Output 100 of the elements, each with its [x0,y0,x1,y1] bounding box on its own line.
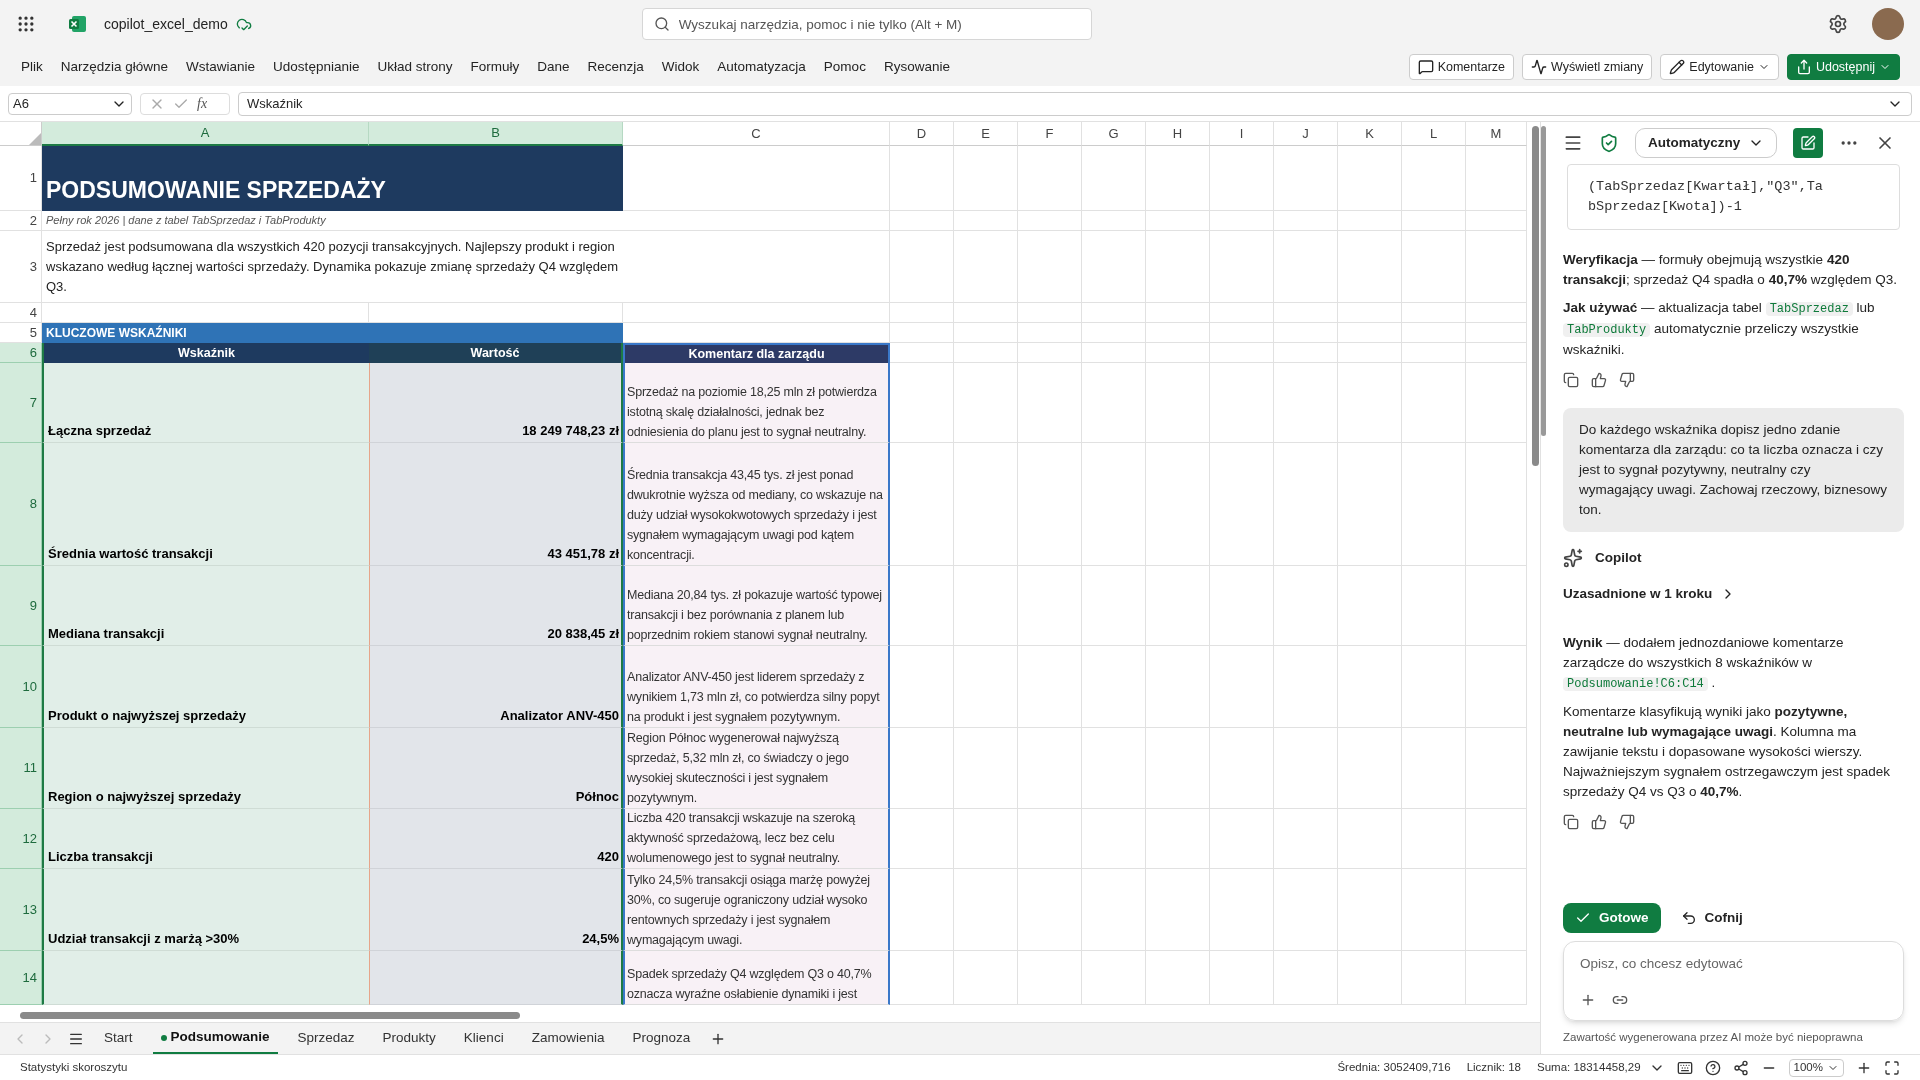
menu-tab[interactable]: Plik [12,56,52,78]
thumbs-up-icon[interactable] [1591,372,1607,388]
ribbon-button[interactable]: Udostępnij [1786,54,1900,80]
keyboard-icon[interactable] [1676,1059,1693,1076]
empty-cell [890,231,954,303]
column-header[interactable]: B [369,122,623,146]
mode-dropdown[interactable]: Automatyczny [1635,128,1778,158]
column-header[interactable]: C [623,122,890,146]
help-icon[interactable] [1704,1059,1721,1076]
column-header[interactable]: D [890,122,954,146]
search-field[interactable]: Wyszukaj narzędzia, pomoc i nie tylko (Alt + M) [641,8,1092,40]
menu-tab[interactable]: Narzędzia główne [51,56,178,78]
name-box[interactable]: A6 [8,92,132,115]
sheet-tab[interactable]: Start [96,1023,141,1054]
header-cell: Wartość [369,343,623,363]
thumbs-down-icon[interactable] [1619,813,1635,830]
menu-tab[interactable]: Formuły [461,56,529,78]
menu-tab[interactable]: Recenzja [578,56,653,78]
column-header[interactable]: G [1082,122,1146,146]
column-header[interactable]: I [1210,122,1274,146]
row-header[interactable]: 11 [0,728,42,809]
column-header[interactable]: J [1274,122,1338,146]
description-cell: Sprzedaż jest podsumowana dla wszystkich 420 pozycji transakcyjnych. Najlepszy produkt i region wskazano według łącznej wartości sprzedaży. Dynamika pokazuje zmianę sprzedaży Q4 względem Q3. [42,231,623,303]
edit-icon [1800,135,1817,151]
zoom-dropdown[interactable]: 100% [1788,1058,1844,1077]
row-header[interactable]: 13 [0,869,42,951]
ribbon-button[interactable]: Wyświetl zmiany [1522,54,1653,80]
row-header[interactable]: 6 [0,343,42,363]
row-header[interactable]: 8 [0,443,42,566]
empty-cell [1274,231,1338,303]
ribbon-button[interactable]: Edytowanie [1660,54,1779,80]
response-text: Wynik — dodałem jednozdaniowe komentarze zarządcze do wszystkich 8 wskaźników w Podsumowanie!C6:C14 . [1563,633,1845,693]
formula-field[interactable]: Wskaźnik [238,91,1912,116]
prompt-input[interactable]: Opisz, co chcesz edytować [1580,953,1887,974]
menu-tab[interactable]: Automatyzacja [708,56,815,78]
empty-cell [1018,231,1082,303]
row-header[interactable]: 9 [0,566,42,646]
row-header[interactable]: 4 [0,303,42,323]
ribbon-button[interactable]: Komentarze [1408,54,1515,80]
scrollbar-thumb[interactable] [1541,126,1546,436]
menu-tab[interactable]: Rysowanie [874,56,959,78]
row-header[interactable]: 14 [0,951,42,1005]
avatar[interactable] [1872,8,1904,40]
empty-cell [1082,809,1146,869]
table-cell: 420 [369,809,623,869]
empty-cell [1338,303,1402,323]
menu-tab[interactable]: Widok [652,56,709,78]
empty-cell [1274,303,1338,323]
row-header[interactable]: 12 [0,809,42,869]
share-icon[interactable] [1732,1059,1749,1076]
app-launcher-icon[interactable] [16,14,36,34]
thumbs-down-icon[interactable] [1619,372,1635,388]
row-header[interactable]: 1 [0,146,42,211]
sheet-tab[interactable]: Prognoza [624,1023,699,1054]
reasoning-link[interactable]: Uzasadnione w 1 kroku [1563,584,1904,605]
row-header[interactable]: 2 [0,211,42,231]
column-header[interactable]: E [954,122,1018,146]
row-header[interactable]: 5 [0,323,42,343]
edit-button[interactable] [1793,128,1824,158]
column-header[interactable]: H [1146,122,1210,146]
fullscreen-icon[interactable] [1884,1059,1900,1076]
empty-cell [954,303,1018,323]
function-label[interactable]: fx [197,93,208,114]
sheet-tab[interactable]: Zamowienia [523,1023,613,1054]
settings-icon[interactable] [1828,14,1848,34]
column-header[interactable]: F [1018,122,1082,146]
empty-cell [1082,211,1146,231]
menu-tab[interactable]: Pomoc [814,56,875,78]
thumbs-up-icon[interactable] [1591,813,1607,830]
sheet-tab[interactable]: Produkty [374,1023,444,1054]
undo-icon [1680,909,1697,926]
row-header[interactable]: 3 [0,231,42,303]
row-header[interactable]: 10 [0,646,42,728]
sheet-tab[interactable]: Sprzedaz [289,1023,363,1054]
empty-cell [1210,231,1274,303]
done-button[interactable]: Gotowe [1563,902,1661,933]
copy-icon[interactable] [1563,372,1579,388]
status-sum: Suma: 18314458,29 [1537,1059,1641,1075]
menu-tab[interactable]: Układ strony [368,56,462,78]
table-cell: Średnia transakcja 43,45 tys. zł jest ponad dwukrotnie wyższa od mediany, co wskazuje na duży udział wysokokwotowych sprzedaży i jest sygnałem wymagającym uwagi pod kątem koncentracji. [623,443,890,566]
menu-tab[interactable]: Dane [528,56,579,78]
header-cell: Wskaźnik [42,343,369,363]
menu-tab[interactable]: Udostępnianie [264,56,369,78]
scrollbar-thumb[interactable] [20,1011,520,1019]
copy-icon[interactable] [1563,813,1579,830]
column-header[interactable]: L [1402,122,1466,146]
column-header[interactable]: M [1466,122,1527,146]
empty-cell [1402,951,1466,1005]
column-header[interactable]: A [42,122,369,146]
column-header[interactable]: K [1338,122,1402,146]
empty-cell [1274,809,1338,869]
row-header[interactable]: 7 [0,363,42,443]
sheet-tab[interactable]: Klienci [455,1023,512,1054]
empty-cell [954,211,1018,231]
table-cell: Produkt o najwyższej sprzedaży [42,646,369,728]
scrollbar-thumb[interactable] [1531,126,1539,466]
undo-button[interactable]: Cofnij [1676,902,1747,933]
empty-cell [1466,231,1527,303]
menu-tab[interactable]: Wstawianie [177,56,265,78]
menu-icon[interactable] [1563,133,1583,153]
